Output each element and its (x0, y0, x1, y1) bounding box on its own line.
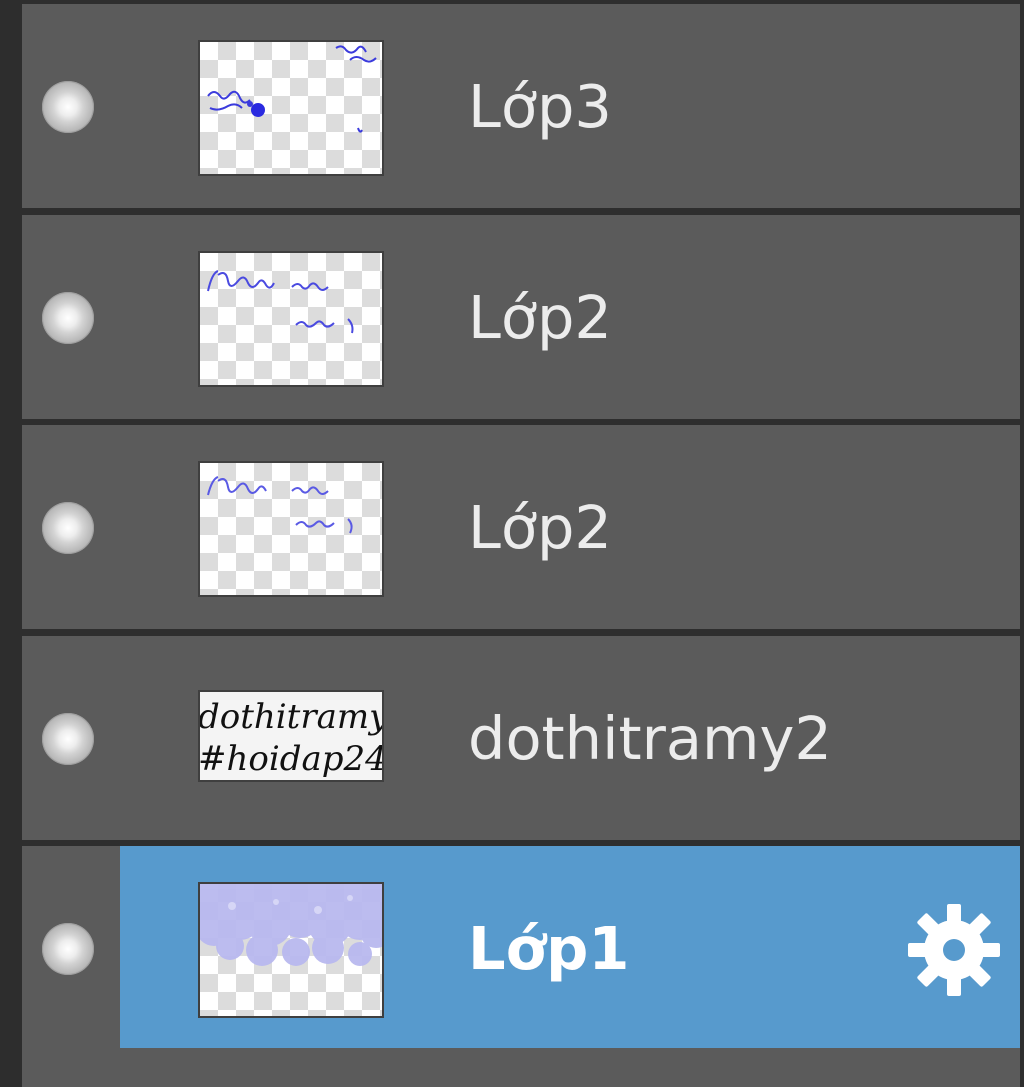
visibility-dot-icon[interactable] (42, 923, 94, 975)
layer-name: dothitramy2 (468, 703, 832, 773)
layer-row-lop2[interactable]: Lớp2 (22, 215, 1020, 419)
layer-row-lop3[interactable]: Lớp3 (22, 4, 1020, 208)
visibility-dot-icon[interactable] (42, 713, 94, 765)
visibility-dot-icon[interactable] (42, 292, 94, 344)
thumb-text-line-2: #hoidap247 (200, 739, 382, 779)
layer-thumbnail: dothitramy2 #hoidap247 (198, 690, 384, 782)
layer-thumbnail (198, 461, 384, 597)
layer-name: Lớp2 (468, 492, 612, 562)
thumb-text-line-1: dothitramy2 (200, 697, 382, 737)
layer-thumbnail (198, 251, 384, 387)
layer-name: Lớp1 (468, 913, 630, 983)
layer-name: Lớp2 (468, 282, 612, 352)
panel-left-edge (0, 0, 20, 1087)
layer-thumbnail (198, 40, 384, 176)
layer-thumbnail (198, 882, 384, 1018)
visibility-dot-icon[interactable] (42, 81, 94, 133)
visibility-dot-icon[interactable] (42, 502, 94, 554)
layer-row-dothitramy2[interactable]: dothitramy2 #hoidap247 dothitramy2 (22, 636, 1020, 840)
gear-icon[interactable] (904, 900, 1004, 1000)
layer-row-lop1[interactable]: Lớp1 (22, 846, 1020, 1050)
layer-name: Lớp3 (468, 71, 612, 141)
layer-row-lop2[interactable]: Lớp2 (22, 425, 1020, 629)
panel-footer (22, 1048, 1020, 1087)
